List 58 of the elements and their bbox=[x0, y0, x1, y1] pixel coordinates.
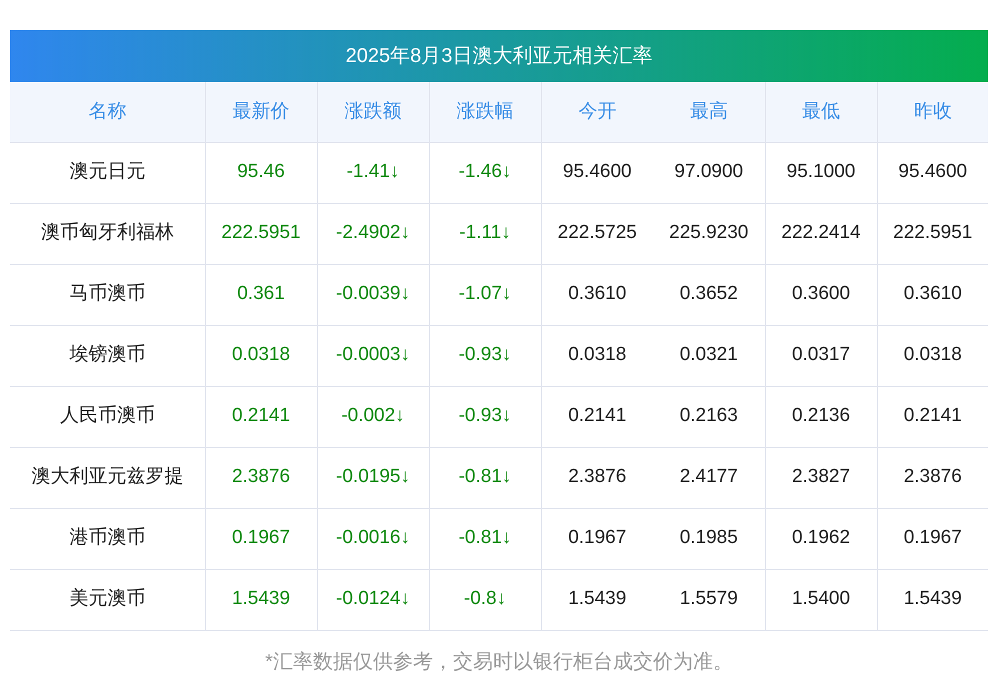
column-header: 今开 bbox=[541, 82, 653, 142]
table-cell: 0.0318 bbox=[205, 325, 317, 386]
currency-pair-cell: 澳币匈牙利福林 bbox=[10, 203, 205, 264]
column-header: 最低 bbox=[765, 82, 877, 142]
table-cell: -0.93↓ bbox=[429, 325, 541, 386]
table-cell: 2.3827 bbox=[765, 447, 877, 508]
table-cell: 0.1985 bbox=[653, 508, 765, 569]
table-cell: 1.5400 bbox=[765, 569, 877, 630]
table-cell: 0.2141 bbox=[205, 386, 317, 447]
table-cell: -0.0039↓ bbox=[317, 264, 429, 325]
table-cell: -1.07↓ bbox=[429, 264, 541, 325]
table-cell: -0.0195↓ bbox=[317, 447, 429, 508]
table-cell: -0.8↓ bbox=[429, 569, 541, 630]
table-cell: -0.0003↓ bbox=[317, 325, 429, 386]
table-cell: 0.1962 bbox=[765, 508, 877, 569]
column-header: 最高 bbox=[653, 82, 765, 142]
currency-pair-cell: 澳元日元 bbox=[10, 142, 205, 203]
disclaimer-note: *汇率数据仅供参考，交易时以银行柜台成交价为准。 bbox=[264, 650, 734, 674]
table-cell: 0.2136 bbox=[765, 386, 877, 447]
table-cell: -0.002↓ bbox=[317, 386, 429, 447]
table-cell: 95.46 bbox=[205, 142, 317, 203]
currency-pair-cell: 埃镑澳币 bbox=[10, 325, 205, 386]
table-cell: 97.0900 bbox=[653, 142, 765, 203]
currency-pair-cell: 马币澳币 bbox=[10, 264, 205, 325]
table-cell: -1.46↓ bbox=[429, 142, 541, 203]
table-cell: 0.0317 bbox=[765, 325, 877, 386]
currency-pair-cell: 美元澳币 bbox=[10, 569, 205, 630]
table-cell: -0.0124↓ bbox=[317, 569, 429, 630]
table-cell: 1.5579 bbox=[653, 569, 765, 630]
table-cell: 0.3652 bbox=[653, 264, 765, 325]
currency-pair-cell: 澳大利亚元兹罗提 bbox=[10, 447, 205, 508]
currency-pair-cell: 港币澳币 bbox=[10, 508, 205, 569]
table-cell: 222.5951 bbox=[205, 203, 317, 264]
table-cell: -1.41↓ bbox=[317, 142, 429, 203]
column-header: 名称 bbox=[10, 82, 205, 142]
table-cell: -0.81↓ bbox=[429, 508, 541, 569]
table-cell: -0.0016↓ bbox=[317, 508, 429, 569]
table-cell: 0.2163 bbox=[653, 386, 765, 447]
table-cell: 222.2414 bbox=[765, 203, 877, 264]
table-cell: 2.3876 bbox=[205, 447, 317, 508]
column-header: 涨跌额 bbox=[317, 82, 429, 142]
table-cell: 225.9230 bbox=[653, 203, 765, 264]
table-cell: -2.4902↓ bbox=[317, 203, 429, 264]
table-cell: 0.3600 bbox=[765, 264, 877, 325]
table-cell: -1.11↓ bbox=[429, 203, 541, 264]
table-cell: -0.93↓ bbox=[429, 386, 541, 447]
table-cell: 95.1000 bbox=[765, 142, 877, 203]
table-cell: 0.1967 bbox=[205, 508, 317, 569]
table-cell: 2.4177 bbox=[653, 447, 765, 508]
table-title: 2025年8月3日澳大利亚元相关汇率 bbox=[10, 30, 988, 82]
currency-pair-cell: 人民币澳币 bbox=[10, 386, 205, 447]
table-cell: 0.361 bbox=[205, 264, 317, 325]
table-cell: -0.81↓ bbox=[429, 447, 541, 508]
column-header: 涨跌幅 bbox=[429, 82, 541, 142]
table-cell: 0.0321 bbox=[653, 325, 765, 386]
table-cell: 1.5439 bbox=[205, 569, 317, 630]
column-header: 昨收 bbox=[877, 82, 988, 142]
column-header: 最新价 bbox=[205, 82, 317, 142]
